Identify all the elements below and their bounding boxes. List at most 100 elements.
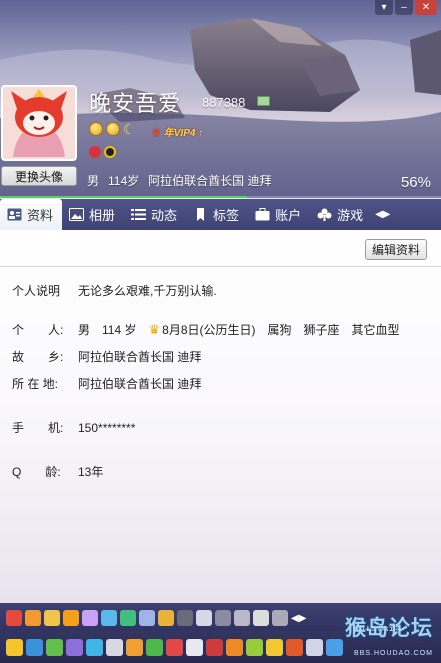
vip-crown-icon: ♛ [152, 128, 161, 139]
personal-row: 个 人: 男 114 岁 ♛ 8月8日(公历生日) 属狗 狮子座 其它血型 [12, 321, 400, 338]
hometown-label: 故 乡: [12, 350, 64, 364]
diamond-lightblue-icon[interactable] [139, 610, 155, 626]
photo-icon [69, 208, 85, 221]
forum-watermark: 猴岛论坛 [345, 617, 433, 640]
diamond-dark-icon[interactable] [177, 610, 193, 626]
profile-details: 编辑资料 个人说明 无论多么艰难,千万别认输. 个 人: 男 114 岁 ♛ 8… [0, 230, 441, 603]
tab-profile[interactable]: 资料 [0, 199, 63, 230]
heart-badge-icon[interactable] [6, 610, 22, 626]
pet-app-icon[interactable] [106, 638, 123, 656]
change-avatar-button[interactable]: 更换头像 [1, 166, 77, 186]
qt-app-icon[interactable] [86, 638, 103, 656]
personal-label: 个 人: [12, 323, 64, 337]
pai-app-icon[interactable] [66, 638, 83, 656]
diamond-green-icon[interactable] [120, 610, 136, 626]
level-sun-icon [106, 122, 120, 136]
service-red-icon[interactable] [89, 146, 101, 158]
club-icon [317, 208, 332, 221]
bio-label: 个人说明 [12, 284, 61, 298]
chat-app-icon[interactable] [46, 638, 63, 656]
summary-age: 114岁 [108, 174, 140, 188]
diamond-silver-icon[interactable] [272, 610, 288, 626]
vip-badge[interactable]: ♛ 年VIP4 ↑ [152, 124, 203, 139]
avatar[interactable] [1, 85, 77, 161]
diamond-gold-icon[interactable] [63, 610, 79, 626]
shield-app-icon[interactable] [266, 638, 283, 656]
tab-feed[interactable]: 动态 [124, 199, 186, 230]
nickname: 晚安吾爱 [89, 91, 182, 116]
red-app-icon[interactable] [166, 638, 183, 656]
divider [0, 266, 441, 267]
clover-app-icon[interactable] [146, 638, 163, 656]
tab-account[interactable]: 账户 [248, 199, 310, 230]
star-app-icon[interactable] [6, 638, 23, 656]
qage-value: 13年 [78, 465, 104, 479]
music-app-icon[interactable] [206, 638, 223, 656]
qage-row: Q 龄: 13年 [12, 463, 103, 480]
diamond-white-icon[interactable] [196, 610, 212, 626]
phone-label: 手 机: [12, 421, 64, 435]
vip-up-arrow-icon: ↑ [198, 128, 204, 139]
cube-app-icon[interactable] [226, 638, 243, 656]
phone-row: 手 机: 150******** [12, 419, 135, 436]
personal-blood-type: 其它血型 [351, 323, 400, 337]
tab-games-label: 游戏 [337, 208, 364, 223]
briefcase-icon [255, 208, 270, 221]
hometown-row: 故 乡: 阿拉伯联合酋长国 迪拜 [12, 348, 201, 365]
personal-age: 114 岁 [102, 323, 137, 337]
vip-level: VIP4 [173, 128, 196, 139]
diamond-yellow-icon[interactable] [158, 610, 174, 626]
profile-summary: 男 114岁 阿拉伯联合酋长国 迪拜 [87, 172, 272, 189]
qq-penguin-icon[interactable] [104, 146, 116, 158]
tab-games[interactable]: 游戏 [310, 199, 372, 230]
level-moon-icon: ☾ [123, 121, 136, 137]
figure-badge-icon[interactable] [253, 610, 269, 626]
tab-bar: 资料 相册 动态 标签 账户 游戏 ◀▶ [0, 199, 441, 230]
close-icon[interactable]: ✕ [415, 0, 437, 15]
bio-value: 无论多么艰难,千万别认输. [78, 284, 217, 298]
avatar-fox-image [3, 87, 75, 159]
music-badge-icon[interactable] [44, 610, 60, 626]
tab-tags[interactable]: 标签 [186, 199, 248, 230]
tab-profile-label: 资料 [27, 208, 54, 223]
bookmark-icon [193, 208, 208, 221]
minimize-icon[interactable]: – [395, 0, 413, 15]
qzone-app-icon[interactable] [26, 638, 43, 656]
profile-completion: 56% [400, 174, 431, 191]
tab-album[interactable]: 相册 [62, 199, 124, 230]
game-app-icon[interactable] [246, 638, 263, 656]
personal-constellation: 狮子座 [303, 323, 340, 337]
window-controls: ▾ – ✕ [375, 0, 437, 15]
diamond-gray-icon[interactable] [215, 610, 231, 626]
tab-account-label: 账户 [275, 208, 302, 223]
bird-badge-icon[interactable] [234, 610, 250, 626]
edu-app-icon[interactable] [326, 638, 343, 656]
bulb-app-icon[interactable] [126, 638, 143, 656]
bio-row: 个人说明 无论多么艰难,千万别认输. [12, 282, 217, 299]
residence-value: 阿拉伯联合酋长国 迪拜 [78, 377, 202, 391]
edit-profile-button[interactable]: 编辑资料 [364, 239, 427, 260]
diamond-blue-icon[interactable] [101, 610, 117, 626]
completion-bar-fill [0, 196, 247, 198]
tab-scroll-right-icon[interactable]: ◀▶ [372, 199, 393, 230]
star-badge-icon[interactable] [25, 610, 41, 626]
personal-gender: 男 [78, 323, 91, 337]
hometown-value: 阿拉伯联合酋长国 迪拜 [78, 350, 202, 364]
skin-icon[interactable]: ▾ [375, 0, 393, 15]
q-app-icon[interactable] [306, 638, 323, 656]
diamond-purple-icon[interactable] [82, 610, 98, 626]
residence-row: 所 在 地: 阿拉伯联合酋长国 迪拜 [12, 375, 201, 392]
tab-feed-label: 动态 [151, 208, 178, 223]
completion-bar [0, 196, 441, 198]
birthday-crown-icon: ♛ [148, 321, 161, 337]
tab-album-label: 相册 [89, 208, 116, 223]
fire-app-icon[interactable] [286, 638, 303, 656]
business-card-icon[interactable] [257, 96, 270, 106]
bar-scroll-icon[interactable]: ◀▶ [291, 613, 306, 624]
level-sun-icon [89, 122, 103, 136]
personal-zodiac: 属狗 [267, 323, 292, 337]
qage-label: Q 龄: [12, 465, 61, 479]
feed-list-icon [131, 208, 147, 221]
phone-value: 150******** [78, 420, 136, 435]
mail-app-icon[interactable] [186, 638, 203, 656]
